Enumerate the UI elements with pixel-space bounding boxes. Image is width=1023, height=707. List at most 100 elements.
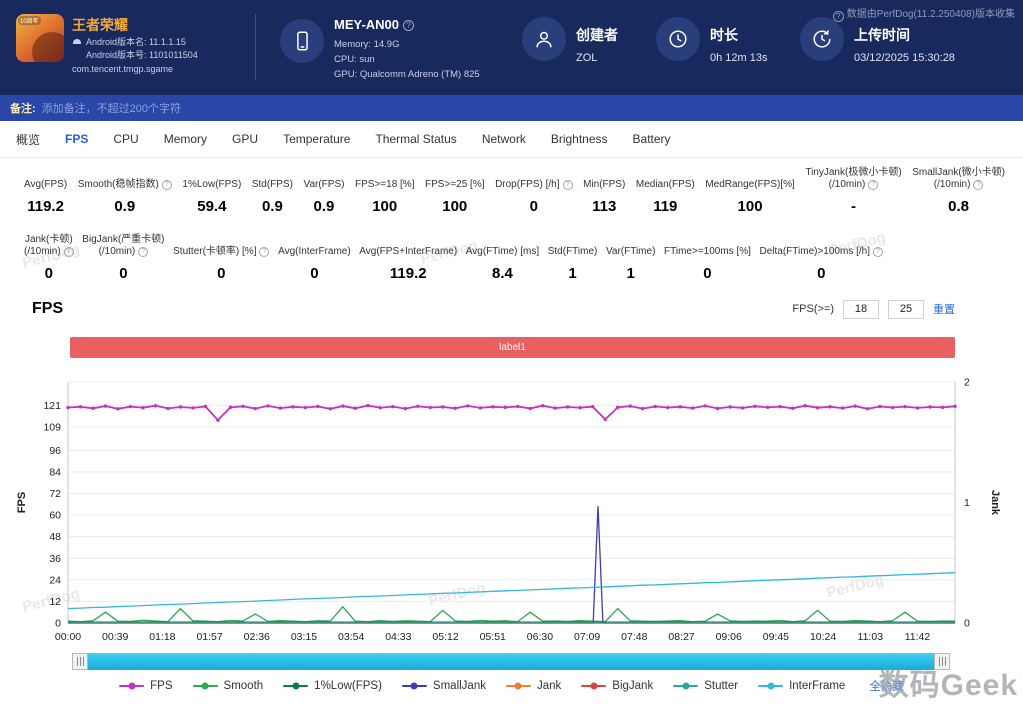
y2-tick-label: 0 — [964, 618, 970, 630]
scrollbar-track[interactable] — [88, 653, 934, 670]
info-icon[interactable]: ? — [162, 180, 172, 190]
legend-interframe[interactable]: InterFrame — [758, 680, 845, 692]
info-icon[interactable]: ? — [868, 180, 878, 190]
remark-bar[interactable]: 备注: 添加备注，不超过200个字符 — [0, 95, 1023, 121]
stat-smalljank: SmallJank(微小卡顿)(/10min)?0.8 — [912, 166, 1005, 215]
fps-max-input[interactable] — [888, 300, 924, 319]
x-tick-label: 07:09 — [574, 631, 600, 643]
stat-label: Min(FPS) — [583, 166, 625, 191]
legend-label: 1%Low(FPS) — [314, 680, 382, 692]
legend-marker-icon — [119, 685, 144, 687]
y2-axis-title: Jank — [989, 490, 1001, 516]
stat-value: 0 — [217, 265, 225, 282]
game-package: com.tencent.tmgp.sgame — [72, 64, 173, 74]
stat-label: Jank(卡顿)(/10min)? — [24, 233, 74, 258]
scrollbar-right-handle[interactable] — [934, 653, 950, 670]
stat-label: Smooth(稳帧指数)? — [78, 166, 172, 191]
series-smalljank — [68, 506, 955, 623]
stat-value: 0.9 — [114, 198, 135, 215]
stat-value: 0 — [817, 265, 825, 282]
reset-button[interactable]: 重置 — [933, 301, 955, 317]
legend-marker-icon — [506, 685, 531, 687]
legend-label: Stutter — [704, 680, 738, 692]
game-title: 王者荣耀 — [72, 15, 128, 35]
stat-value: 119.2 — [27, 198, 64, 215]
legend-bigjank[interactable]: BigJank — [581, 680, 653, 692]
tab-temperature[interactable]: Temperature — [283, 132, 350, 146]
tab-memory[interactable]: Memory — [164, 132, 207, 146]
stat-low1-fps: 1%Low(FPS)59.4 — [182, 166, 241, 215]
info-icon[interactable]: ? — [138, 247, 148, 257]
legend-label: Smooth — [224, 680, 264, 692]
tab-battery[interactable]: Battery — [633, 132, 671, 146]
stat-var-fps: Var(FPS)0.9 — [304, 166, 345, 215]
upload-label: 上传时间 — [854, 25, 955, 45]
legend-stutter[interactable]: Stutter — [673, 680, 738, 692]
y-tick-label: 36 — [49, 553, 61, 565]
info-icon[interactable]: ? — [973, 180, 983, 190]
legend-marker-icon — [581, 685, 606, 687]
stat-ftime-ge-100: FTime>=100ms [%]0 — [664, 233, 751, 282]
device-name: MEY-AN00? — [334, 17, 414, 32]
fps-min-input[interactable] — [843, 300, 879, 319]
stat-value: - — [851, 198, 856, 215]
upload-value: 03/12/2025 15:30:28 — [854, 52, 955, 64]
tab-network[interactable]: Network — [482, 132, 526, 146]
x-tick-label: 00:00 — [55, 631, 81, 643]
legend-1-low-fps-[interactable]: 1%Low(FPS) — [283, 680, 382, 692]
stat-label: Median(FPS) — [636, 166, 695, 191]
tab-gpu[interactable]: GPU — [232, 132, 258, 146]
series-interframe — [68, 573, 955, 609]
y-tick-label: 60 — [49, 510, 61, 522]
hide-all-link[interactable]: 全隐藏 — [869, 678, 904, 694]
grip-icon — [77, 657, 84, 666]
stat-value: 119.2 — [390, 265, 427, 282]
y-tick-label: 121 — [43, 400, 61, 412]
tab-cpu[interactable]: CPU — [113, 132, 138, 146]
legend-jank[interactable]: Jank — [506, 680, 561, 692]
stat-value: 119 — [653, 198, 677, 215]
stat-std-ftime: Std(FTime)1 — [548, 233, 598, 282]
info-icon[interactable]: ? — [64, 247, 74, 257]
game-version-lines: Android版本名: 11.1.1.15 Android版本号: 110101… — [86, 36, 198, 62]
stat-value: 0.9 — [314, 198, 335, 215]
stat-label: Avg(InterFrame) — [278, 233, 351, 258]
info-icon[interactable]: ? — [873, 247, 883, 257]
stat-label: BigJank(严重卡顿)(/10min)? — [82, 233, 164, 258]
stat-label: Avg(FPS+InterFrame) — [359, 233, 457, 258]
stat-value: 1 — [627, 265, 635, 282]
info-icon[interactable]: ? — [259, 247, 269, 257]
stat-label: MedRange(FPS)[%] — [705, 166, 794, 191]
x-tick-label: 03:15 — [291, 631, 317, 643]
tab-概览[interactable]: 概览 — [16, 131, 40, 148]
remark-label: 备注: — [10, 100, 36, 116]
stat-label: FPS>=18 [%] — [355, 166, 414, 191]
stat-smooth: Smooth(稳帧指数)? 0.9 — [78, 166, 172, 215]
perfdog-report-page: ?数据由PerfDog(11.2.250408)版本收集 10周年 王者荣耀 A… — [0, 0, 1023, 707]
legend-smalljank[interactable]: SmallJank — [402, 680, 486, 692]
stat-stutter: Stutter(卡顿率) [%]?0 — [173, 233, 269, 282]
grip-icon — [939, 657, 946, 666]
android-version-code: Android版本号: 1101011504 — [86, 49, 198, 62]
stats-row-2: Jank(卡顿)(/10min)? 0 BigJank(严重卡顿)(/10min)?… — [24, 233, 883, 282]
tab-fps[interactable]: FPS — [65, 132, 88, 146]
chart-label-banner[interactable]: label1 — [70, 337, 955, 358]
x-tick-label: 11:03 — [858, 631, 884, 643]
tab-thermal-status[interactable]: Thermal Status — [375, 132, 456, 146]
x-tick-label: 11:42 — [905, 631, 931, 643]
x-tick-label: 06:30 — [527, 631, 553, 643]
tab-bar: 概览 FPS CPU Memory GPU Temperature Thermal Stat… — [0, 121, 1023, 158]
legend-fps[interactable]: FPS — [119, 680, 172, 692]
stat-value: 59.4 — [197, 198, 226, 215]
fps-chart-canvas[interactable]: 01224364860728496109121012FPSJank00:0000… — [0, 372, 1023, 650]
scrollbar-left-handle[interactable] — [72, 653, 88, 670]
legend-smooth[interactable]: Smooth — [193, 680, 264, 692]
tab-brightness[interactable]: Brightness — [551, 132, 608, 146]
stat-value: 100 — [372, 198, 397, 215]
stat-label: Std(FTime) — [548, 233, 598, 258]
info-icon[interactable]: ? — [563, 180, 573, 190]
stat-label: FPS>=25 [%] — [425, 166, 484, 191]
stat-value: 0.9 — [262, 198, 283, 215]
stat-label: Drop(FPS) [/h]? — [495, 166, 572, 191]
stat-label: SmallJank(微小卡顿)(/10min)? — [912, 166, 1005, 191]
